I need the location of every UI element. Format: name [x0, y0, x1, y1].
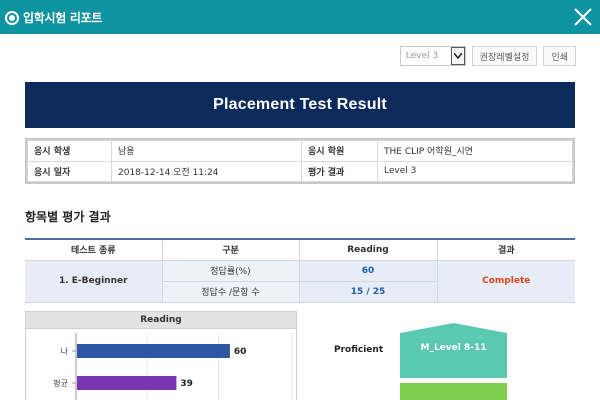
- accuracy-value: 60: [298, 260, 437, 282]
- data-label: 39: [180, 379, 193, 389]
- test-name: 1. E-Beginner: [25, 260, 162, 303]
- close-icon: [574, 8, 592, 26]
- target-icon: [5, 10, 19, 25]
- accuracy-label: 정답률(%): [161, 260, 299, 282]
- data-label: 60: [234, 347, 247, 357]
- level-panel: Proficient M_Level 8-11: [300, 311, 600, 400]
- student-info-table: 응시 학생 남용 응시 학원 THE CLIP 어학원_시연 응시 일자 201…: [25, 138, 575, 184]
- category-label: 나: [61, 347, 69, 356]
- chart-svg: 나 60 평균 39: [53, 333, 293, 400]
- result-banner: Placement Test Result: [25, 82, 575, 128]
- level-select[interactable]: Level 3: [399, 46, 466, 66]
- chart-body: 나 60 평균 39: [26, 329, 296, 400]
- date-value: 2018-12-14 오전 11:24: [111, 160, 302, 182]
- level-select-value: Level 3: [405, 51, 439, 61]
- chevron-down-icon[interactable]: [450, 47, 465, 65]
- student-value: 남용: [111, 140, 302, 162]
- header-result: 결과: [436, 238, 575, 261]
- result-label: 평가 결과: [301, 160, 378, 182]
- toolbar: Level 3 권장레벨설정 인쇄: [399, 46, 576, 66]
- bar: [77, 376, 177, 390]
- banner-title: Placement Test Result: [213, 96, 387, 113]
- correct-count-label: 정답수 /문항 수: [161, 281, 299, 303]
- correct-count-value: 15 / 25: [298, 281, 437, 303]
- academy-value: THE CLIP 어학원_시연: [377, 140, 573, 162]
- category-label: 평균: [53, 378, 68, 388]
- date-label: 응시 일자: [27, 160, 112, 182]
- level-label: Proficient: [334, 345, 384, 355]
- title-bar: 입학시험 리포트: [0, 0, 600, 34]
- academy-label: 응시 학원: [301, 140, 378, 162]
- section-title: 항목별 평가 결과: [25, 210, 111, 224]
- header-category: 구분: [161, 238, 299, 261]
- header-reading: Reading: [298, 238, 437, 261]
- reading-chart: Reading 나 60 평균 39: [25, 311, 297, 400]
- next-level-block: [400, 383, 507, 400]
- student-label: 응시 학생: [27, 140, 112, 162]
- window-title: 입학시험 리포트: [23, 11, 103, 25]
- result-table: 테스트 종류 구분 Reading 결과 1. E-Beginner 정답률(%…: [25, 238, 575, 303]
- close-button[interactable]: [572, 6, 594, 28]
- status-badge: Complete: [436, 260, 575, 303]
- print-button[interactable]: 인쇄: [543, 46, 576, 66]
- recommend-level-button[interactable]: 권장레벨설정: [471, 46, 538, 66]
- header-test-type: 테스트 종류: [25, 238, 162, 261]
- level-house-label: M_Level 8-11: [420, 343, 487, 353]
- bar: [77, 344, 230, 358]
- result-value: Level 3: [377, 160, 573, 182]
- chart-title: Reading: [26, 312, 296, 329]
- title-wrap: 입학시험 리포트: [5, 9, 102, 26]
